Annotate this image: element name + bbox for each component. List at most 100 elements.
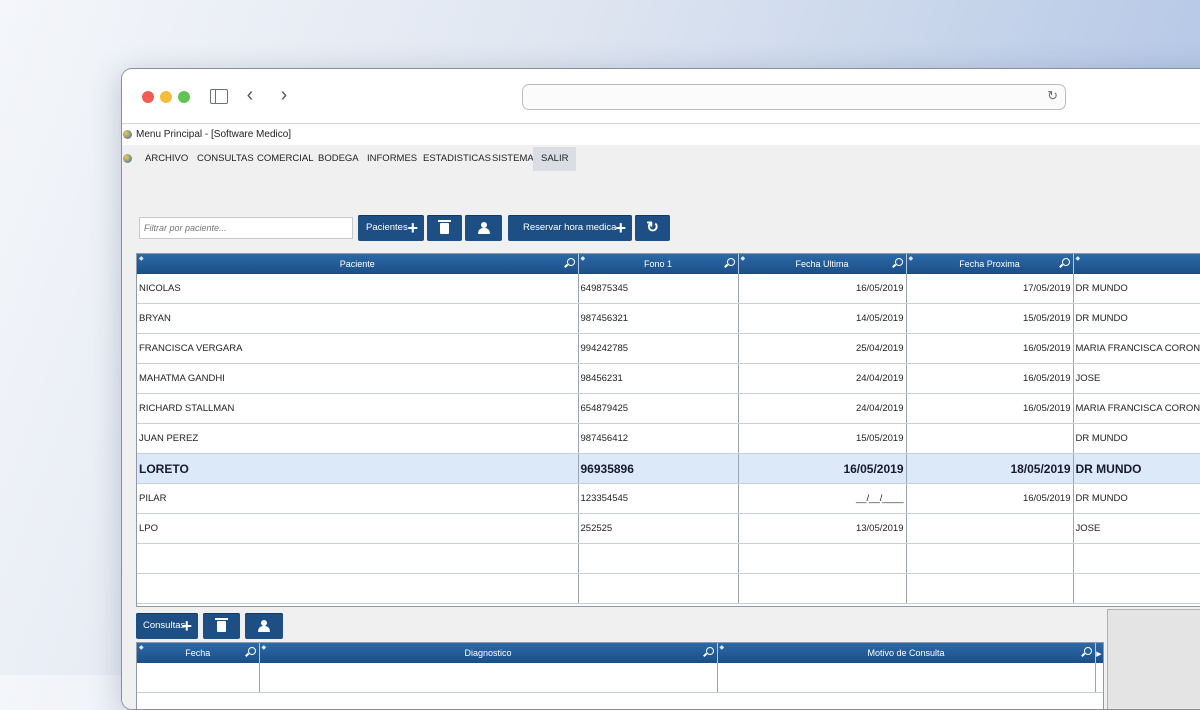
table-cell-fono: 96935896 [578, 453, 739, 484]
column-header-fecha-proxima[interactable]: ◆ Fecha Proxima [906, 254, 1074, 274]
consultas-table: ◆ Fecha ◆ Diagnostico ◆ Motivo de Consulta … [136, 642, 1104, 709]
reload-icon[interactable]: ↻ [1047, 88, 1058, 104]
table-cell-proxima: 16/05/2019 [906, 483, 1074, 514]
address-bar[interactable]: ↻ [522, 84, 1066, 110]
search-icon[interactable] [247, 647, 256, 655]
table-cell-fono: 654879425 [578, 393, 739, 424]
search-icon[interactable] [1083, 647, 1092, 655]
refresh-button[interactable]: ↻ [635, 215, 670, 241]
table-cell-proxima [906, 423, 1074, 454]
search-icon[interactable] [705, 647, 714, 655]
back-arrow-icon[interactable]: ‹ [240, 85, 260, 105]
table-cell [738, 543, 907, 574]
column-header-motivo[interactable]: ◆ Motivo de Consulta [717, 643, 1096, 663]
table-row[interactable]: FRANCISCA VERGARA 994242785 25/04/2019 16/0… [137, 333, 1200, 364]
table-cell-proxima [906, 513, 1074, 544]
consultas-button-label: Consultas [143, 620, 186, 631]
table-cell-paciente: BRYAN [137, 303, 579, 334]
table-cell [1095, 663, 1103, 693]
app-logo-icon [123, 129, 132, 139]
table-cell-ultima: 24/04/2019 [738, 363, 907, 394]
column-header-doctor[interactable]: ◆ [1073, 254, 1200, 274]
table-cell-fono: 649875345 [578, 274, 739, 304]
search-icon[interactable] [726, 258, 735, 266]
column-header-fecha-ultima[interactable]: ◆ Fecha Ultima [738, 254, 907, 274]
table-cell-paciente: JUAN PEREZ [137, 423, 579, 454]
empty-table-row[interactable] [137, 573, 1200, 604]
table-cell [717, 663, 1096, 693]
table-cell [738, 573, 907, 604]
app-window: Menu Principal - [Software Medico] ARCHI… [122, 125, 1200, 709]
column-header-paciente[interactable]: ◆ Paciente [137, 254, 579, 274]
table-cell [137, 663, 260, 693]
table-cell [137, 573, 579, 604]
column-header-diagnostico[interactable]: ◆ Diagnostico [259, 643, 718, 663]
table-cell-ultima: 16/05/2019 [738, 274, 907, 304]
empty-table-row[interactable] [137, 543, 1200, 574]
table-cell [906, 543, 1074, 574]
close-window-button[interactable] [142, 91, 154, 103]
table-cell [906, 573, 1074, 604]
person-icon [245, 613, 283, 641]
table-row[interactable]: MAHATMA GANDHI 98456231 24/04/2019 16/05/20… [137, 363, 1200, 394]
patients-table: ◆ Paciente ◆ Fono 1 ◆ Fecha Ultima ◆ Fecha P… [136, 253, 1200, 607]
table-row[interactable]: NICOLAS 649875345 16/05/2019 17/05/2019 DR M… [137, 274, 1200, 304]
column-header-fono[interactable]: ◆ Fono 1 [578, 254, 739, 274]
menu-salir[interactable]: SALIR [533, 147, 577, 171]
column-scroll-arrow-icon[interactable]: ▶ [1095, 643, 1103, 663]
table-cell-fono: 252525 [578, 513, 739, 544]
trash-icon [427, 215, 462, 243]
add-consulta-button[interactable]: Consultas + [136, 613, 198, 639]
table-cell-paciente: LPO [137, 513, 579, 544]
table-cell-paciente: FRANCISCA VERGARA [137, 333, 579, 364]
column-header-fecha[interactable]: ◆ Fecha [137, 643, 260, 663]
table-row[interactable]: LORETO 96935896 16/05/2019 18/05/2019 DR MUN… [137, 453, 1200, 484]
table-cell-proxima: 18/05/2019 [906, 453, 1074, 484]
sidebar-toggle-icon[interactable] [210, 89, 228, 104]
delete-consulta-button[interactable] [203, 613, 240, 639]
add-patient-button[interactable]: Pacientes + [358, 215, 424, 241]
consulta-profile-button[interactable] [245, 613, 283, 639]
table-cell-paciente: LORETO [137, 453, 579, 484]
browser-chrome: ‹ › ↻ [122, 69, 1200, 124]
delete-patient-button[interactable] [427, 215, 462, 241]
table-cell-ultima: 24/04/2019 [738, 393, 907, 424]
table-cell-paciente: MAHATMA GANDHI [137, 363, 579, 394]
table-cell-ultima: 15/05/2019 [738, 423, 907, 454]
table-row[interactable]: PILAR 123354545 __/__/____ 16/05/2019 DR MUN… [137, 483, 1200, 514]
person-icon [465, 215, 502, 243]
browser-window: ‹ › ↻ Menu Principal - [Software Medico]… [121, 68, 1200, 710]
forward-arrow-icon[interactable]: › [274, 85, 294, 105]
reserve-appointment-button[interactable]: Reservar hora medica + [508, 215, 632, 241]
table-cell-proxima: 16/05/2019 [906, 333, 1074, 364]
table-cell-doctor: MARIA FRANCISCA CORONA HUMP [1073, 393, 1200, 424]
table-cell-proxima: 16/05/2019 [906, 363, 1074, 394]
search-icon[interactable] [566, 258, 575, 266]
table-cell-doctor: DR MUNDO [1073, 453, 1200, 484]
table-cell [578, 543, 739, 574]
table-row[interactable]: BRYAN 987456321 14/05/2019 15/05/2019 DR MUN… [137, 303, 1200, 334]
table-cell-paciente: PILAR [137, 483, 579, 514]
table-cell-fono: 987456321 [578, 303, 739, 334]
table-cell-doctor: JOSE [1073, 363, 1200, 394]
search-icon[interactable] [1061, 258, 1070, 266]
table-cell-paciente: RICHARD STALLMAN [137, 393, 579, 424]
table-cell-proxima: 16/05/2019 [906, 393, 1074, 424]
minimize-window-button[interactable] [160, 91, 172, 103]
table-cell [1073, 573, 1200, 604]
table-row[interactable]: LPO 252525 13/05/2019 JOSE [137, 513, 1200, 544]
app-title: Menu Principal - [Software Medico] [136, 129, 292, 140]
table-row[interactable]: RICHARD STALLMAN 654879425 24/04/2019 16/05… [137, 393, 1200, 424]
side-panel [1107, 609, 1200, 709]
patient-filter-input[interactable] [139, 217, 353, 239]
maximize-window-button[interactable] [178, 91, 190, 103]
table-cell-doctor: DR MUNDO [1073, 303, 1200, 334]
reservar-button-label: Reservar hora medica [523, 222, 617, 233]
table-cell-fono: 994242785 [578, 333, 739, 364]
menu-archivo[interactable]: ARCHIVO [137, 147, 196, 171]
patient-profile-button[interactable] [465, 215, 502, 241]
table-cell-proxima: 17/05/2019 [906, 274, 1074, 304]
search-icon[interactable] [894, 258, 903, 266]
table-row[interactable]: JUAN PEREZ 987456412 15/05/2019 DR MUNDO [137, 423, 1200, 454]
table-cell-ultima: 16/05/2019 [738, 453, 907, 484]
